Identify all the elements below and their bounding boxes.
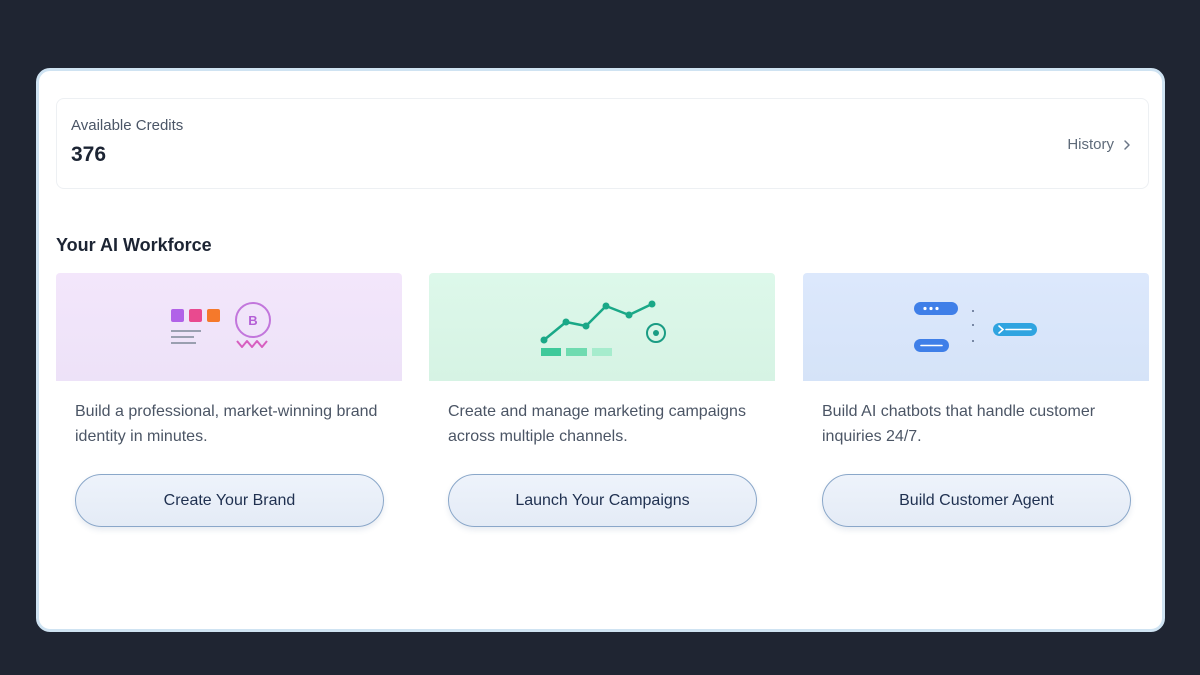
card-banner-customer-agent [803, 273, 1149, 381]
credits-card: Available Credits 376 History [56, 98, 1149, 189]
card-banner-brand: B [56, 273, 402, 381]
create-brand-button[interactable]: Create Your Brand [75, 474, 384, 527]
brand-identity-illustration: B [171, 302, 271, 348]
card-brand: B Build a professional, market-winning b… [56, 273, 402, 543]
card-campaigns: Create and manage marketing campaigns ac… [429, 273, 775, 543]
chevron-right-icon [1124, 139, 1130, 150]
history-label: History [1067, 136, 1114, 153]
card-customer-agent: Build AI chatbots that handle customer i… [803, 273, 1149, 543]
main-panel: Available Credits 376 History Your AI Wo… [36, 68, 1165, 632]
launch-campaigns-button[interactable]: Launch Your Campaigns [448, 474, 757, 527]
card-description: Build a professional, market-winning bra… [75, 403, 378, 445]
campaign-growth-illustration [540, 300, 666, 356]
section-title: Your AI Workforce [56, 235, 212, 255]
credits-value: 376 [71, 143, 107, 166]
card-description: Build AI chatbots that handle customer i… [822, 403, 1096, 445]
chatbot-conversation-illustration [914, 302, 1037, 352]
card-banner-campaigns [429, 273, 775, 381]
build-customer-agent-button[interactable]: Build Customer Agent [822, 474, 1131, 527]
badge-letter: B [248, 313, 257, 328]
history-link[interactable]: History [1067, 136, 1132, 153]
card-description: Create and manage marketing campaigns ac… [448, 403, 746, 445]
credits-label: Available Credits [71, 117, 184, 134]
